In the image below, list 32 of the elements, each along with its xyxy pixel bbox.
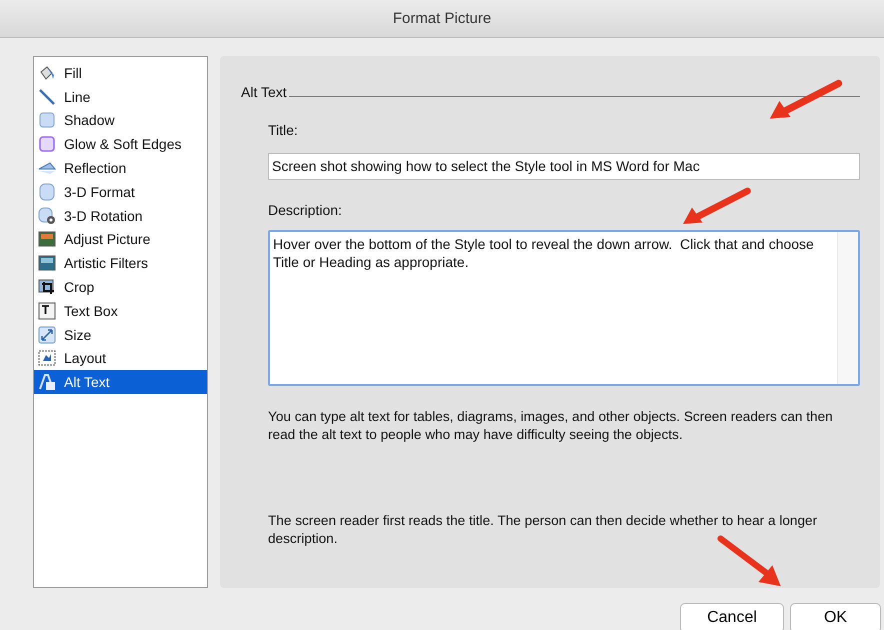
rotation3d-icon	[38, 206, 56, 225]
description-label: Description:	[268, 202, 343, 218]
category-item[interactable]: 3-D Rotation	[34, 204, 207, 228]
cancel-button[interactable]: Cancel	[680, 603, 784, 630]
size-icon	[38, 326, 56, 344]
category-item[interactable]: Glow & Soft Edges	[34, 132, 207, 156]
category-item[interactable]: Layout	[34, 346, 207, 370]
line-icon	[38, 88, 56, 106]
window-title: Format Picture	[392, 10, 492, 27]
category-item[interactable]: Crop	[34, 275, 207, 299]
category-item[interactable]: Fill	[34, 61, 207, 85]
section-title: Alt Text	[241, 84, 287, 100]
category-item[interactable]: Alt Text	[34, 370, 207, 394]
help-text: You can type alt text for tables, diagrams, images, and other objects. Screen readers can then read the alt text to people who may have difficulty seeing the objects.	[268, 408, 834, 444]
layout-icon	[38, 349, 56, 368]
category-item[interactable]: Size	[34, 322, 207, 347]
category-item[interactable]: Reflection	[34, 156, 207, 180]
help-text: The screen reader first reads the title. The person can then decide whether to hear a longer description.	[268, 512, 818, 548]
title-label: Title:	[268, 122, 299, 138]
textbox-icon	[38, 302, 56, 320]
shadow-icon	[38, 111, 56, 130]
crop-icon	[38, 278, 56, 296]
title-field[interactable]: Screen shot showing how to select the Style tool in MS Word for Mac	[268, 153, 860, 180]
category-item[interactable]: 3-D Format	[34, 180, 207, 204]
category-item[interactable]: Shadow	[34, 108, 207, 132]
fill-icon	[38, 64, 56, 82]
glow-icon	[38, 135, 56, 154]
category-item[interactable]: Adjust Picture	[34, 228, 207, 252]
category-item[interactable]: Line	[34, 84, 207, 109]
ok-button[interactable]: OK	[790, 603, 881, 630]
category-item[interactable]: Artistic Filters	[34, 251, 207, 276]
category-item[interactable]: Text Box	[34, 298, 207, 323]
